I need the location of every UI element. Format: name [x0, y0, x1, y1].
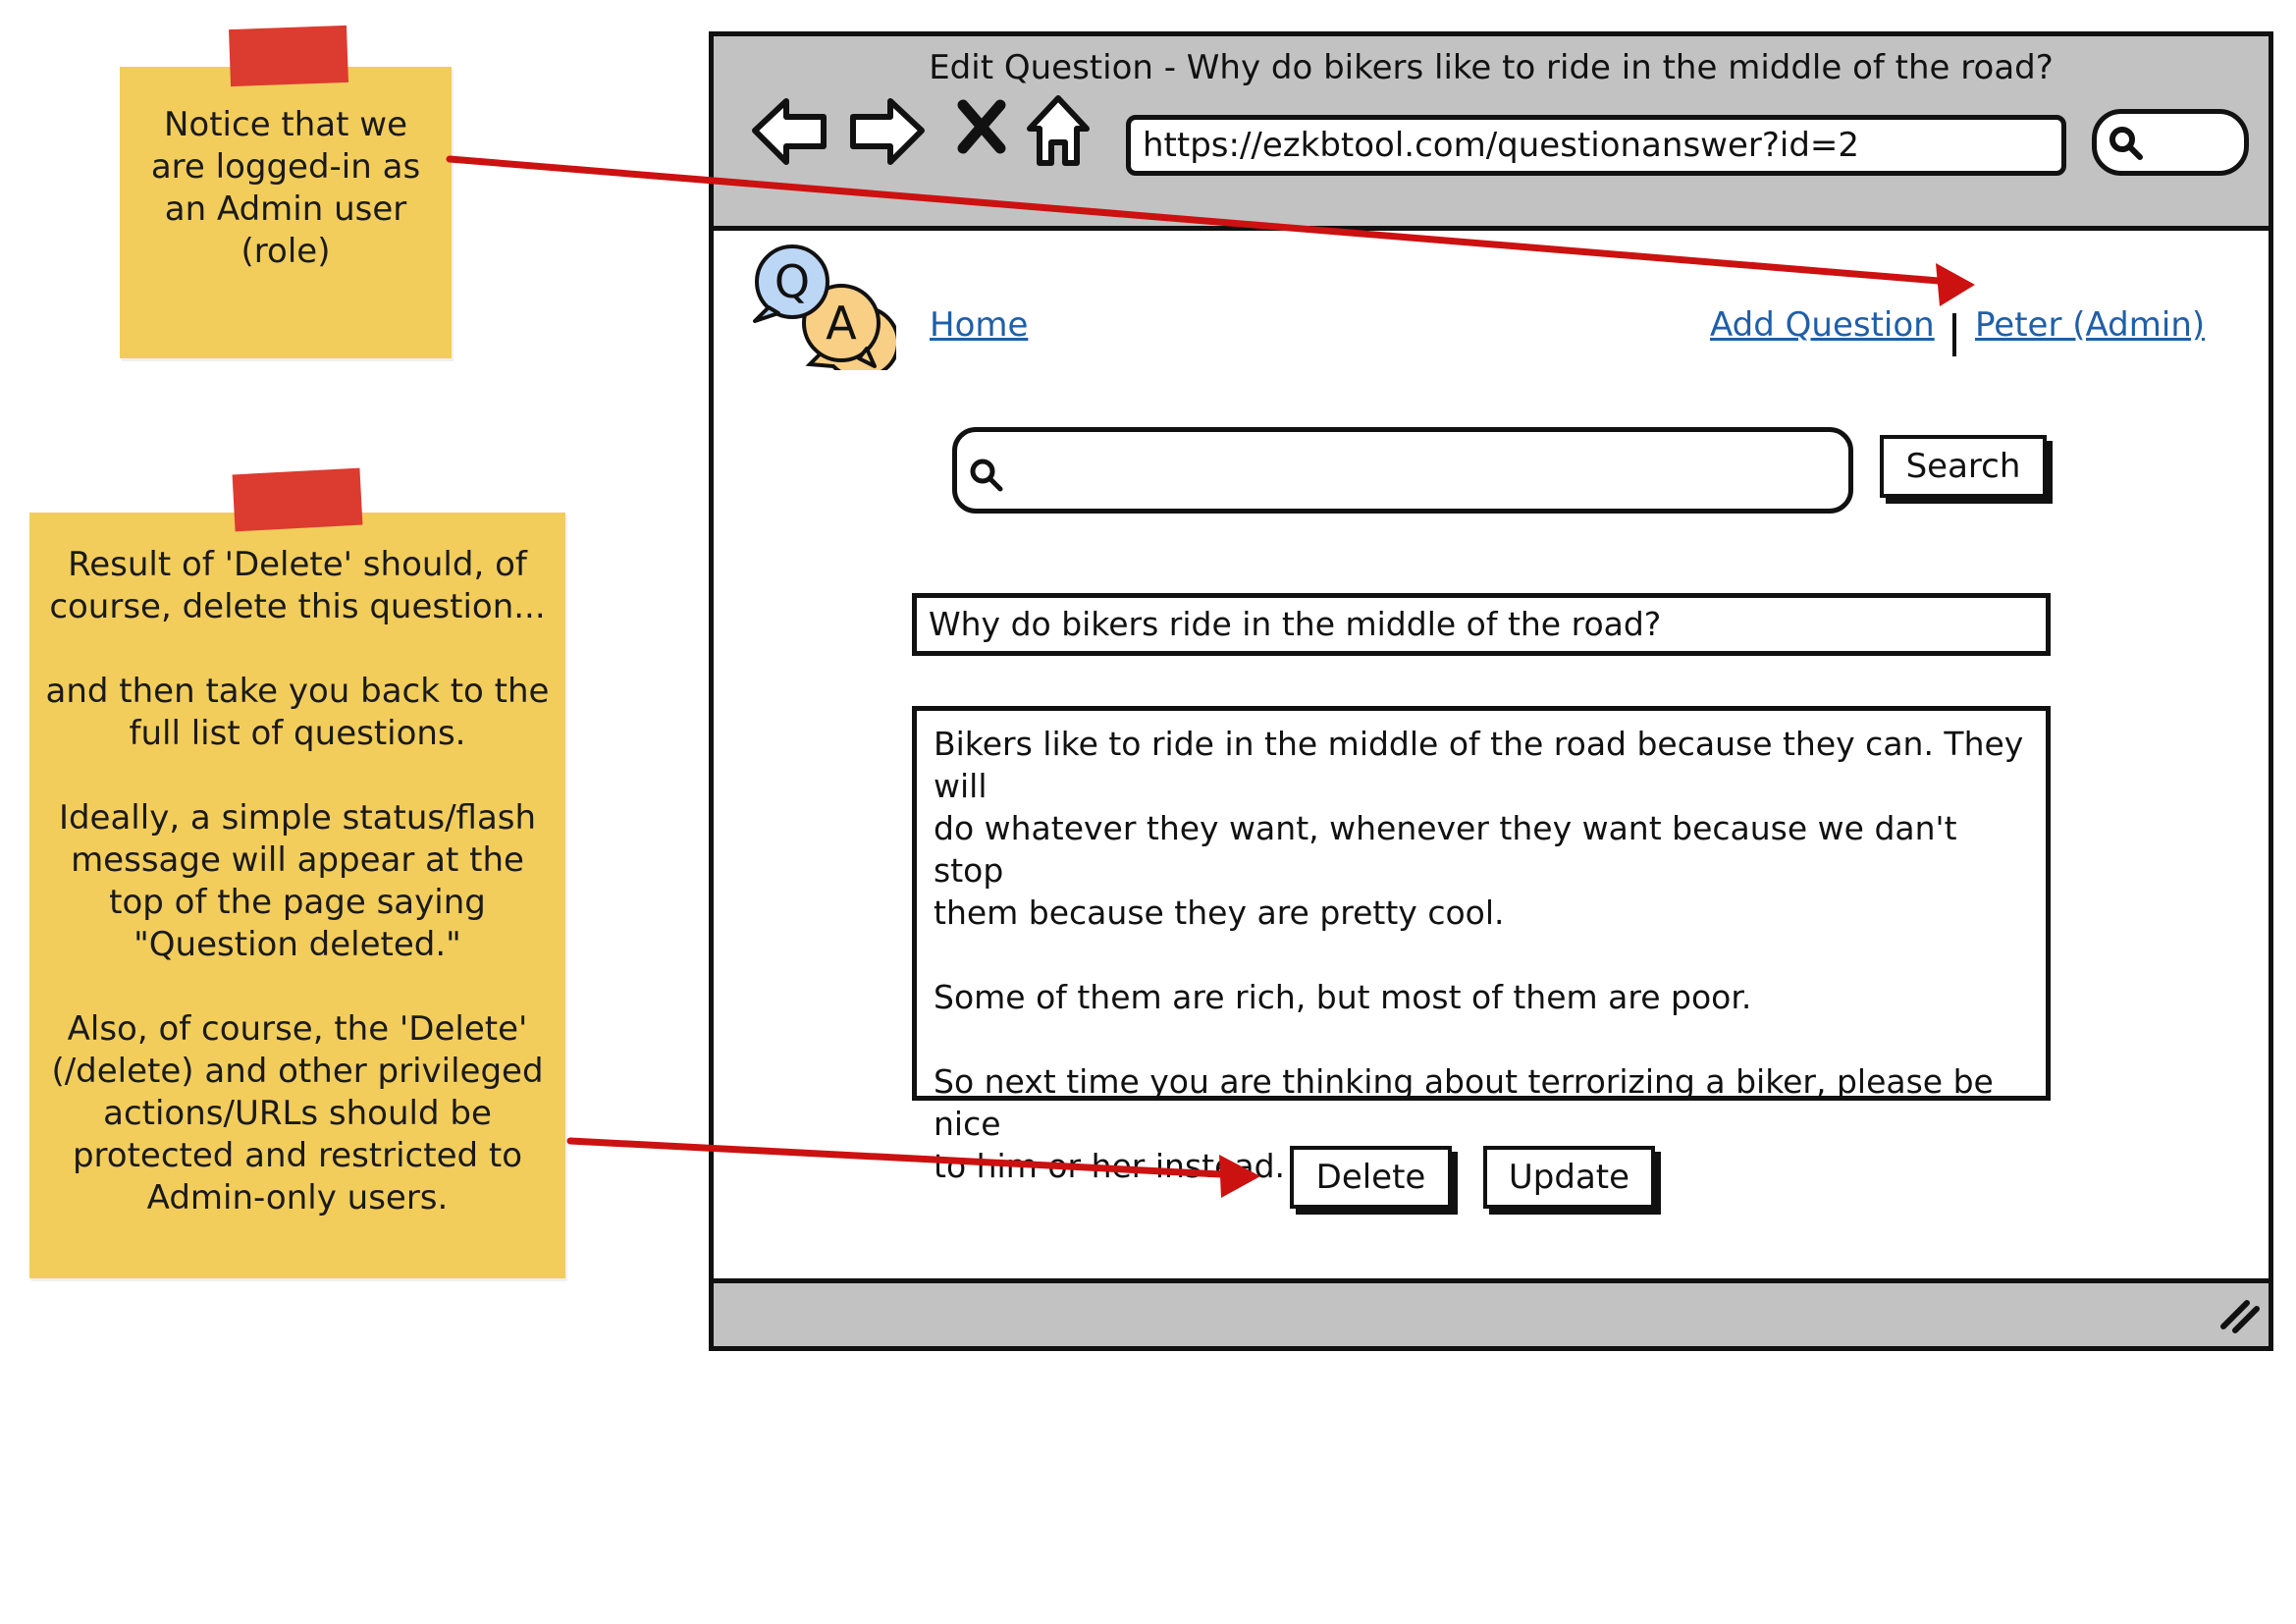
browser-statusbar	[714, 1278, 2269, 1346]
window-title: Edit Question - Why do bikers like to ri…	[929, 48, 2054, 87]
nav-link-user-account[interactable]: Peter (Admin)	[1975, 305, 2205, 345]
search-button[interactable]: Search	[1880, 435, 2047, 498]
answer-line: them because they are pretty cool.	[934, 893, 1505, 932]
note-line: "Question deleted."	[133, 925, 461, 964]
resize-grip-icon[interactable]	[2217, 1295, 2261, 1338]
nav-divider	[1952, 313, 1956, 356]
delete-button[interactable]: Delete	[1290, 1146, 1452, 1209]
answer-line: So next time you are thinking about terr…	[934, 1062, 1994, 1143]
note-line: top of the page saying	[109, 883, 486, 922]
search-icon	[970, 459, 1003, 492]
stop-x-icon[interactable]	[957, 99, 1006, 158]
note-line: actions/URLs should be	[103, 1094, 492, 1133]
note-line: protected and restricted to	[72, 1136, 523, 1175]
svg-text:A: A	[826, 297, 857, 350]
back-arrow-icon[interactable]	[751, 95, 829, 170]
tape-strip	[232, 467, 363, 532]
note-line: Also, of course, the 'Delete'	[67, 1009, 528, 1049]
nav-link-home[interactable]: Home	[930, 305, 1028, 345]
note-line: Result of 'Delete' should, of	[68, 545, 527, 584]
note-line: (role)	[240, 232, 331, 271]
answer-line: Some of them are rich, but most of them …	[934, 978, 1752, 1016]
note-line: full list of questions.	[129, 714, 466, 753]
note-paragraph: Result of 'Delete' should, of course, de…	[29, 544, 565, 628]
svg-text:Q: Q	[774, 255, 810, 308]
note-line: Ideally, a simple status/flash	[58, 798, 537, 838]
search-input[interactable]	[952, 427, 1853, 514]
note-line: and then take you back to the	[45, 672, 550, 711]
note-line: course, delete this question...	[49, 587, 546, 626]
note-paragraph: Also, of course, the 'Delete' (/delete) …	[29, 1008, 565, 1219]
update-button[interactable]: Update	[1483, 1146, 1655, 1209]
browser-search-field[interactable]	[2092, 109, 2249, 176]
browser-titlebar: Edit Question - Why do bikers like to ri…	[714, 36, 2269, 231]
answer-line: to him or her instead.	[934, 1147, 1286, 1185]
answer-paragraph: Some of them are rich, but most of them …	[934, 976, 2036, 1018]
note-line: message will appear at the	[71, 840, 524, 880]
note-paragraph: and then take you back to the full list …	[29, 671, 565, 755]
search-icon	[2109, 127, 2143, 160]
nav-link-add-question[interactable]: Add Question	[1710, 305, 1935, 345]
qa-logo-icon: A Q	[749, 243, 901, 380]
sticky-note-delete: Result of 'Delete' should, of course, de…	[29, 467, 565, 1278]
answer-line: do whatever they want, whenever they wan…	[934, 809, 1957, 890]
question-title-field[interactable]: Why do bikers ride in the middle of the …	[912, 593, 2051, 656]
note-line: Notice that we	[163, 105, 407, 144]
sticky-note-login: Notice that we are logged-in as an Admin…	[120, 25, 452, 358]
forward-arrow-icon[interactable]	[847, 95, 926, 170]
note-paragraph: Ideally, a simple status/flash message w…	[29, 797, 565, 966]
answer-paragraph: Bikers like to ride in the middle of the…	[934, 723, 2036, 934]
note-line: Admin-only users.	[146, 1178, 449, 1218]
login-note-text: Notice that we are logged-in as an Admin…	[120, 104, 452, 273]
note-line: an Admin user	[164, 189, 407, 229]
note-line: (/delete) and other privileged	[51, 1052, 544, 1091]
answer-line: Bikers like to ride in the middle of the…	[934, 725, 2024, 805]
note-line: are logged-in as	[150, 147, 421, 187]
answer-body-field[interactable]: Bikers like to ride in the middle of the…	[912, 706, 2051, 1185]
home-icon[interactable]	[1026, 93, 1091, 172]
url-bar[interactable]: https://ezkbtool.com/questionanswer?id=2	[1126, 115, 2066, 176]
tape-strip	[229, 25, 348, 87]
browser-window: Edit Question - Why do bikers like to ri…	[709, 31, 2273, 1351]
